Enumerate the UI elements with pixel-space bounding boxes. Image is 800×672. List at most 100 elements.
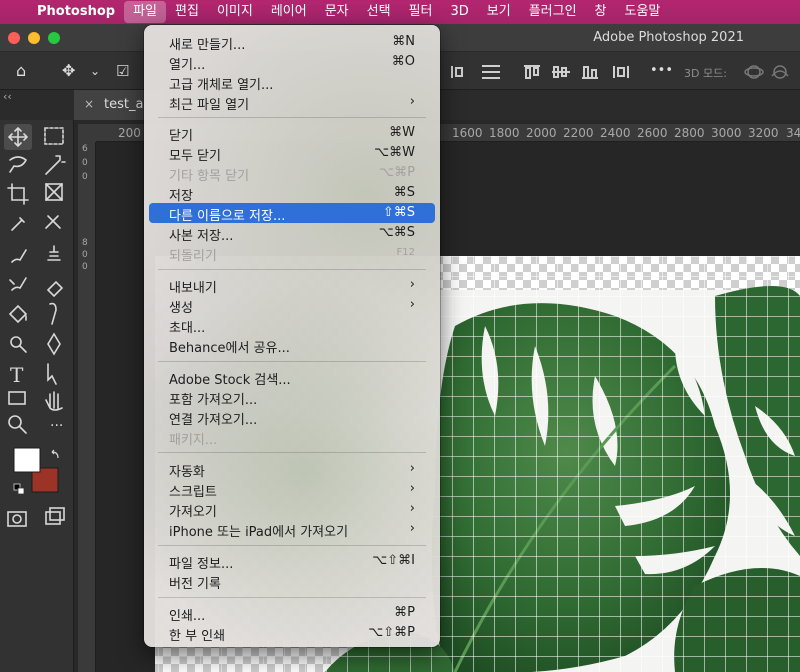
default-colors-icon[interactable]: [10, 480, 28, 498]
menu-item-automate[interactable]: 자동화 ›: [149, 459, 435, 480]
menu-item-invite[interactable]: 초대...: [149, 315, 435, 336]
menu-item-save-a-copy[interactable]: 사본 저장... ⌥⌘S: [149, 223, 435, 244]
menu-item-open-as-smart-object[interactable]: 고급 개체로 열기...: [149, 72, 435, 93]
close-icon[interactable]: ×: [84, 97, 94, 111]
marquee-tool-button[interactable]: [40, 124, 66, 148]
menu-filter[interactable]: 필터: [400, 1, 442, 23]
auto-select-checkbox[interactable]: ☑: [116, 60, 129, 82]
menu-edit[interactable]: 편집: [166, 1, 208, 23]
eraser-tool-button[interactable]: [40, 274, 66, 298]
type-tool-button[interactable]: [4, 362, 30, 386]
eyedropper-tool-button[interactable]: [4, 212, 30, 236]
menu-item-package: 패키지...: [149, 427, 435, 448]
menu-item-search-adobe-stock[interactable]: Adobe Stock 검색...: [149, 367, 435, 388]
menu-window[interactable]: 창: [586, 1, 616, 23]
menu-item-label: 한 부 인쇄: [169, 629, 226, 644]
menu-item-label: 버전 기록: [169, 577, 221, 592]
rectangle-tool-button[interactable]: [4, 388, 30, 412]
screen-mode-button[interactable]: [40, 506, 66, 530]
menu-separator: [158, 452, 426, 453]
menu-file[interactable]: 파일: [124, 1, 167, 23]
dodge-tool-button[interactable]: [4, 332, 30, 356]
menu-item-save-as[interactable]: 다른 이름으로 저장... ⇧⌘S: [149, 203, 435, 224]
app-menu-photoshop[interactable]: Photoshop: [28, 1, 124, 23]
crop-tool-button[interactable]: [4, 180, 30, 204]
menu-item-scripts[interactable]: 스크립트 ›: [149, 479, 435, 500]
menu-item-new[interactable]: 새로 만들기... ⌘N: [149, 32, 435, 53]
swap-colors-icon[interactable]: [44, 444, 62, 462]
hand-tool-button[interactable]: [40, 388, 66, 412]
menu-item-version-history[interactable]: 버전 기록: [149, 571, 435, 592]
menu-item-print[interactable]: 인쇄... ⌘P: [149, 603, 435, 624]
close-window-button[interactable]: [8, 32, 20, 44]
clone-stamp-tool-button[interactable]: [40, 244, 66, 268]
submenu-chevron-icon: ›: [409, 277, 415, 292]
menu-select[interactable]: 선택: [358, 1, 400, 23]
menu-item-place-embedded[interactable]: 포함 가져오기...: [149, 387, 435, 408]
minimize-window-button[interactable]: [28, 32, 40, 44]
align-distribute-icons[interactable]: [448, 62, 788, 82]
menu-item-shortcut: ⌘P: [394, 605, 415, 620]
move-tool-button[interactable]: [4, 124, 30, 148]
edit-toolbar-button[interactable]: [40, 414, 66, 438]
menu-type[interactable]: 문자: [316, 1, 358, 23]
chevron-down-icon[interactable]: ⌄: [90, 60, 100, 82]
menu-item-open-recent[interactable]: 최근 파일 열기 ›: [149, 92, 435, 113]
ruler-corner: [78, 124, 96, 142]
lasso-tool-button[interactable]: [4, 152, 30, 176]
collapse-panel-icon[interactable]: ‹‹: [3, 90, 12, 103]
move-tool-icon[interactable]: ✥: [62, 60, 75, 82]
menu-item-generate[interactable]: 생성 ›: [149, 295, 435, 316]
foreground-color-swatch[interactable]: [14, 448, 40, 472]
brush-tool-button[interactable]: [4, 244, 30, 268]
macos-menu-bar: Photoshop 파일 편집 이미지 레이어 문자 선택 필터 3D 보기 플…: [0, 0, 800, 24]
vertical-ruler[interactable]: 6 0 0 8 0 0: [78, 142, 96, 672]
menu-item-place-linked[interactable]: 연결 가져오기...: [149, 407, 435, 428]
zoom-tool-button[interactable]: [4, 414, 30, 438]
menu-item-label: 고급 개체로 열기...: [169, 78, 274, 93]
menu-view[interactable]: 보기: [478, 1, 520, 23]
menu-item-label: 자동화: [169, 465, 205, 480]
healing-brush-tool-button[interactable]: [40, 212, 66, 236]
magic-wand-tool-button[interactable]: [40, 152, 66, 176]
menu-separator: [158, 117, 426, 118]
menu-item-shortcut: F12: [396, 247, 415, 258]
home-icon[interactable]: ⌂: [16, 60, 26, 82]
menu-help[interactable]: 도움말: [616, 1, 670, 23]
history-brush-tool-button[interactable]: [4, 274, 30, 298]
menu-item-print-one-copy[interactable]: 한 부 인쇄 ⌥⇧⌘P: [149, 623, 435, 644]
menu-item-share-on-behance[interactable]: Behance에서 공유...: [149, 335, 435, 356]
menu-item-import[interactable]: 가져오기 ›: [149, 499, 435, 520]
menu-layer[interactable]: 레이어: [262, 1, 316, 23]
apple-menu-icon[interactable]: [0, 1, 28, 23]
menu-image[interactable]: 이미지: [208, 1, 262, 23]
menu-item-close-all[interactable]: 모두 닫기 ⌥⌘W: [149, 143, 435, 164]
menu-separator: [158, 269, 426, 270]
menu-item-shortcut: ⌘S: [393, 185, 415, 200]
menu-3d[interactable]: 3D: [441, 1, 477, 23]
frame-tool-button[interactable]: [40, 180, 66, 204]
menu-item-save[interactable]: 저장 ⌘S: [149, 183, 435, 204]
paint-bucket-tool-button[interactable]: [4, 304, 30, 328]
menu-item-shortcut: ⌥⌘W: [374, 145, 415, 160]
menu-item-import-from-iphone-ipad[interactable]: iPhone 또는 iPad에서 가져오기 ›: [149, 519, 435, 540]
3d-orbit-icons[interactable]: [744, 62, 794, 82]
path-selection-tool-button[interactable]: [40, 362, 66, 386]
pen-tool-button[interactable]: [40, 332, 66, 356]
file-menu-dropdown: 새로 만들기... ⌘N 열기... ⌘O 고급 개체로 열기... 최근 파일…: [144, 25, 440, 647]
smudge-tool-button[interactable]: [40, 304, 66, 328]
ruler-tick-label: 0: [82, 250, 88, 260]
menu-item-label: iPhone 또는 iPad에서 가져오기: [169, 525, 349, 540]
menu-item-file-info[interactable]: 파일 정보... ⌥⇧⌘I: [149, 551, 435, 572]
menu-item-export[interactable]: 내보내기 ›: [149, 275, 435, 296]
quick-mask-button[interactable]: [4, 506, 30, 530]
menu-item-label: 내보내기: [169, 281, 217, 296]
background-color-swatch[interactable]: [32, 470, 58, 494]
menu-plugins[interactable]: 플러그인: [520, 1, 586, 23]
menu-item-label: 포함 가져오기...: [169, 393, 258, 408]
menu-item-close[interactable]: 닫기 ⌘W: [149, 123, 435, 144]
menu-item-open[interactable]: 열기... ⌘O: [149, 52, 435, 73]
maximize-window-button[interactable]: [48, 32, 60, 44]
menu-item-label: 사본 저장...: [169, 229, 234, 244]
more-options-icon[interactable]: •••: [650, 60, 673, 82]
